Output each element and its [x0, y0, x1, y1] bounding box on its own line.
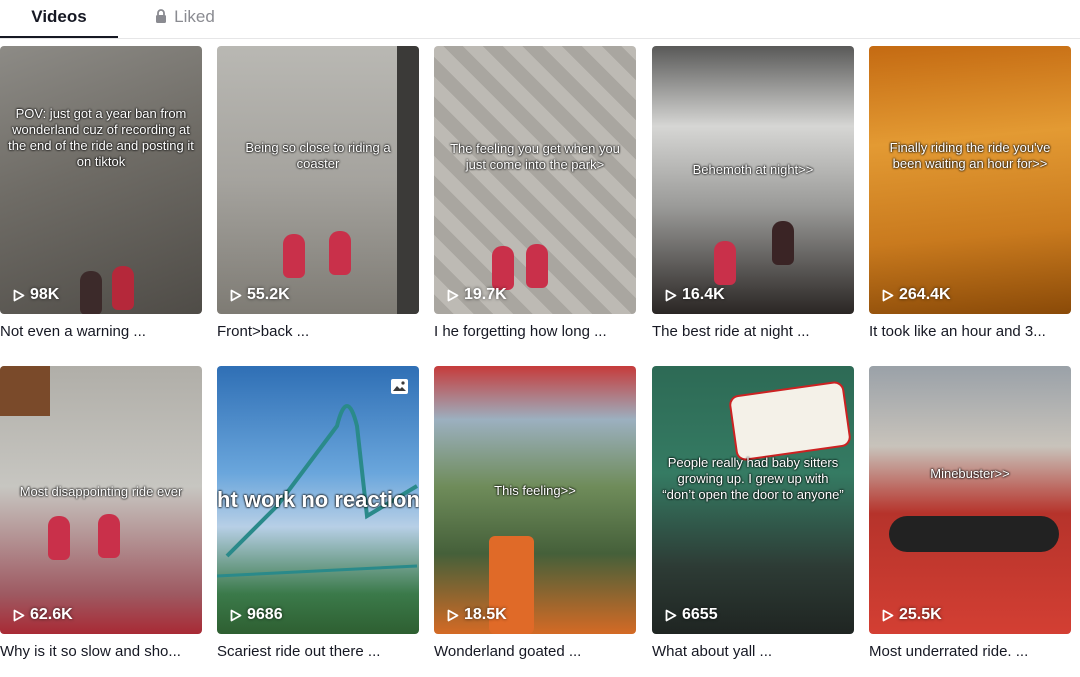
view-count-value: 9686	[247, 606, 283, 623]
view-count: 264.4K	[882, 286, 951, 304]
thumbnail-overlay-text: Behemoth at night>>	[692, 162, 814, 177]
view-count: 18.5K	[447, 606, 507, 624]
video-card[interactable]: Minebuster>> 25.5K Most underrated ride.…	[869, 366, 1071, 660]
thumbnail-overlay-text: Minebuster>>	[930, 466, 1010, 481]
view-count-value: 16.4K	[682, 286, 725, 303]
view-count-value: 18.5K	[464, 606, 507, 623]
play-icon	[882, 289, 894, 301]
thumbnail-overlay-text: POV: just got a year ban from wonderland…	[8, 106, 194, 169]
view-count-value: 25.5K	[899, 606, 942, 623]
video-thumbnail[interactable]: Finally riding the ride you've been wait…	[869, 46, 1071, 314]
play-icon	[13, 609, 25, 621]
video-caption[interactable]: Scariest ride out there ...	[217, 643, 419, 660]
video-thumbnail[interactable]: POV: just got a year ban from wonderland…	[0, 46, 202, 314]
tab-liked-label: Liked	[174, 7, 215, 26]
view-count: 9686	[230, 606, 283, 624]
video-caption[interactable]: The best ride at night ...	[652, 323, 854, 340]
view-count-value: 264.4K	[899, 286, 951, 303]
thumbnail-overlay-text: Finally riding the ride you've been wait…	[889, 140, 1051, 171]
thumbnail-overlay-text: People really had baby sitters growing u…	[662, 455, 844, 502]
view-count: 25.5K	[882, 606, 942, 624]
play-icon	[13, 289, 25, 301]
play-icon	[665, 289, 677, 301]
video-caption[interactable]: Front>back ...	[217, 323, 419, 340]
view-count: 16.4K	[665, 286, 725, 304]
video-thumbnail[interactable]: The feeling you get when you just come i…	[434, 46, 636, 314]
play-icon	[230, 609, 242, 621]
video-caption[interactable]: What about yall ...	[652, 643, 854, 660]
video-thumbnail[interactable]: Behemoth at night>> 16.4K	[652, 46, 854, 314]
video-card[interactable]: ht work no reaction 9686 Scariest ride o…	[217, 366, 419, 660]
video-thumbnail[interactable]: This feeling>> 18.5K	[434, 366, 636, 634]
video-caption[interactable]: Not even a warning ...	[0, 323, 202, 340]
video-card[interactable]: Most disappointing ride ever 62.6K Why i…	[0, 366, 202, 660]
video-caption[interactable]: I he forgetting how long ...	[434, 323, 636, 340]
video-caption[interactable]: Wonderland goated ...	[434, 643, 636, 660]
video-thumbnail[interactable]: Minebuster>> 25.5K	[869, 366, 1071, 634]
thumbnail-overlay-text: The feeling you get when you just come i…	[450, 141, 620, 172]
play-icon	[447, 609, 459, 621]
play-icon	[447, 289, 459, 301]
play-icon	[882, 609, 894, 621]
video-thumbnail[interactable]: Being so close to riding a coaster 55.2K	[217, 46, 419, 314]
view-count: 19.7K	[447, 286, 507, 304]
photo-icon	[391, 379, 408, 394]
view-count-value: 19.7K	[464, 286, 507, 303]
video-caption[interactable]: It took like an hour and 3...	[869, 323, 1071, 340]
thumbnail-overlay-text: Being so close to riding a coaster	[245, 140, 391, 171]
profile-tabs: Videos Liked	[0, 0, 1080, 39]
video-card[interactable]: Behemoth at night>> 16.4K The best ride …	[652, 46, 854, 340]
video-caption[interactable]: Why is it so slow and sho...	[0, 643, 202, 660]
video-caption[interactable]: Most underrated ride. ...	[869, 643, 1071, 660]
thumbnail-overlay-text: This feeling>>	[494, 483, 576, 498]
tab-videos-label: Videos	[31, 7, 87, 26]
video-thumbnail[interactable]: People really had baby sitters growing u…	[652, 366, 854, 634]
video-thumbnail[interactable]: Most disappointing ride ever 62.6K	[0, 366, 202, 634]
video-thumbnail[interactable]: ht work no reaction 9686	[217, 366, 419, 634]
tab-videos[interactable]: Videos	[0, 0, 118, 38]
view-count-value: 55.2K	[247, 286, 290, 303]
play-icon	[230, 289, 242, 301]
view-count-value: 62.6K	[30, 606, 73, 623]
view-count: 6655	[665, 606, 718, 624]
tab-liked[interactable]: Liked	[140, 0, 230, 36]
video-card[interactable]: The feeling you get when you just come i…	[434, 46, 636, 340]
view-count-value: 98K	[30, 286, 60, 303]
view-count: 62.6K	[13, 606, 73, 624]
view-count: 55.2K	[230, 286, 290, 304]
thumbnail-overlay-text: ht work no reaction	[217, 487, 419, 512]
video-card[interactable]: People really had baby sitters growing u…	[652, 366, 854, 660]
video-card[interactable]: This feeling>> 18.5K Wonderland goated .…	[434, 366, 636, 660]
lock-icon	[156, 9, 167, 23]
view-count-value: 6655	[682, 606, 718, 623]
video-card[interactable]: Finally riding the ride you've been wait…	[869, 46, 1071, 340]
video-card[interactable]: POV: just got a year ban from wonderland…	[0, 46, 202, 340]
view-count: 98K	[13, 286, 59, 304]
thumbnail-overlay-text: Most disappointing ride ever	[19, 484, 183, 499]
video-card[interactable]: Being so close to riding a coaster 55.2K…	[217, 46, 419, 340]
play-icon	[665, 609, 677, 621]
